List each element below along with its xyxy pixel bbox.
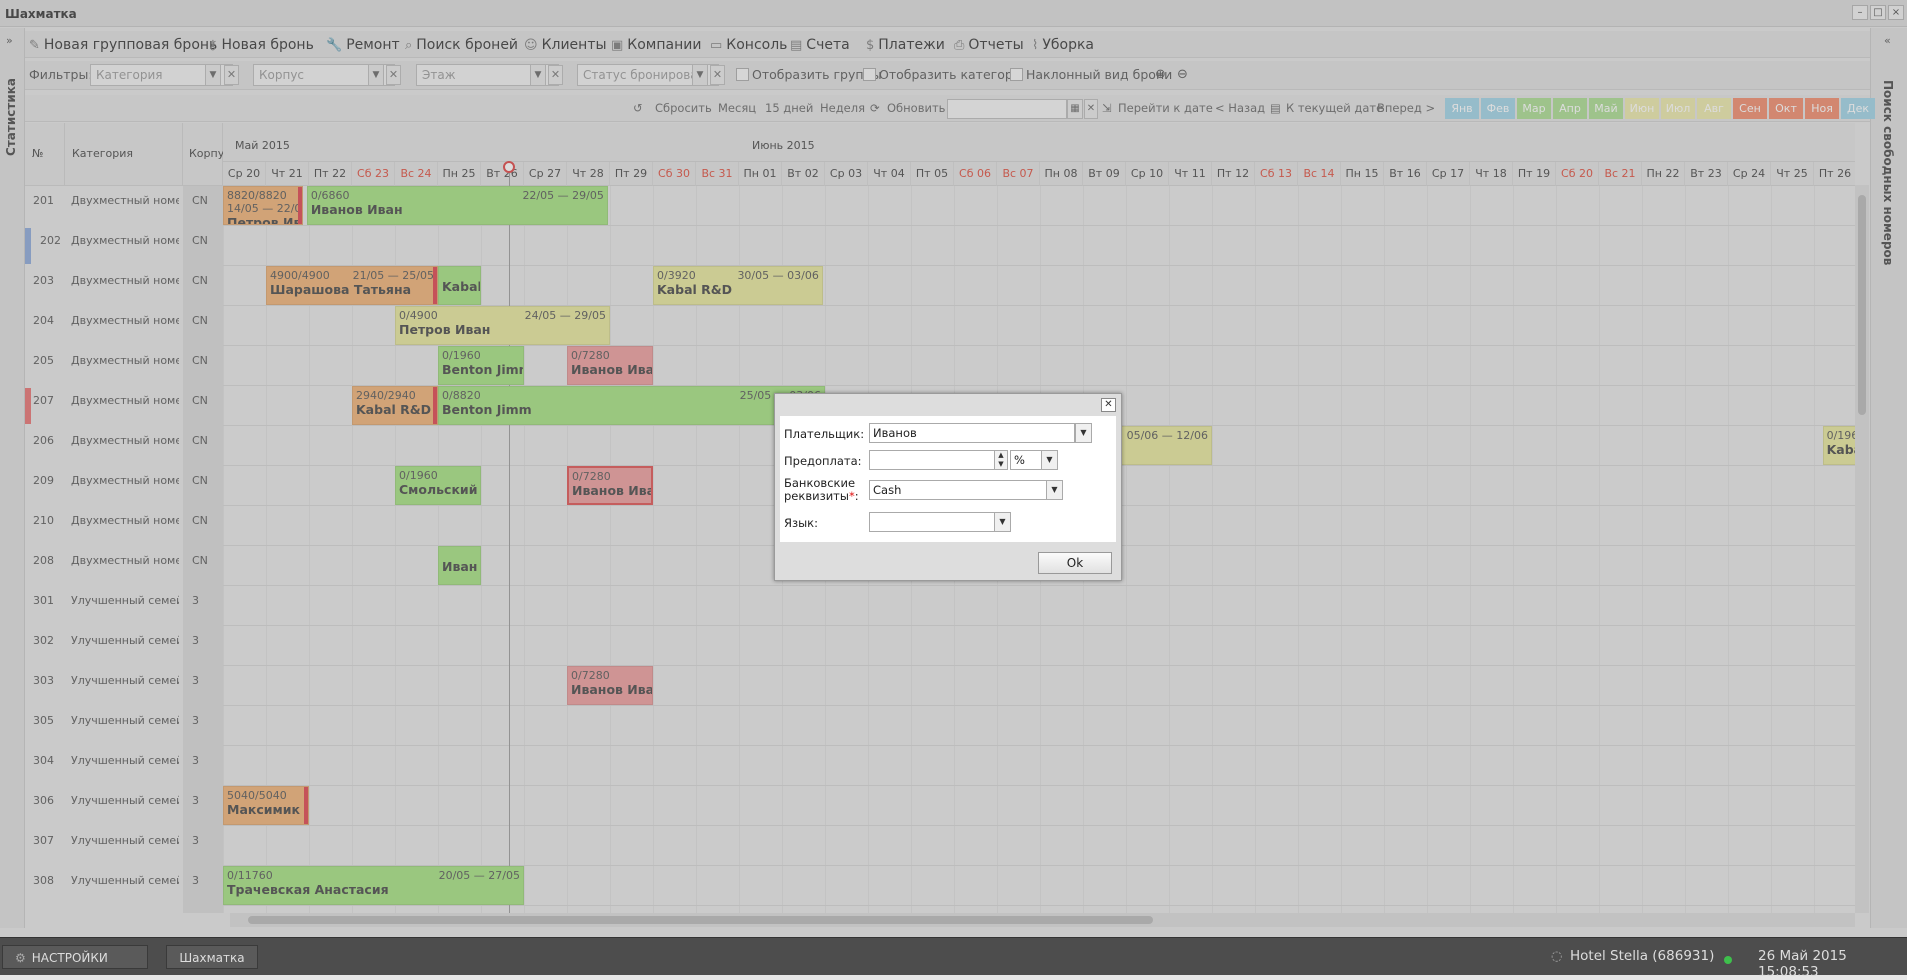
bank-details-label: Банковские реквизиты*: [784,476,859,503]
chevron-down-icon[interactable]: ▼ [994,512,1011,532]
settings-button[interactable]: ⚙ НАСТРОЙКИ [2,945,148,969]
chevron-down-icon[interactable]: ▼ [1041,450,1058,470]
taskbar-tab-shakhmatka[interactable]: Шахматка [166,945,258,969]
chevron-down-icon[interactable]: ▼ [1075,423,1092,443]
language-field[interactable] [869,512,995,532]
hotel-name: Hotel Stella (686931) [1570,948,1715,964]
language-label: Язык: [784,516,819,530]
dialog-body: Плательщик: Иванов ▼ Предоплата: ▲ ▼ % ▼ … [780,416,1116,542]
payer-field[interactable]: Иванов [869,423,1075,443]
chevron-down-icon[interactable]: ▼ [1046,480,1063,500]
status-indicator [1724,956,1732,964]
payer-label: Плательщик: [784,427,865,441]
prepayment-unit-select[interactable]: % [1010,450,1042,470]
dialog-close-icon[interactable]: ✕ [1101,398,1116,412]
ok-button[interactable]: Ok [1038,552,1112,574]
prepayment-label: Предоплата: [784,454,862,468]
prepayment-spinner[interactable]: ▲ ▼ [994,450,1008,470]
taskbar: ⚙ НАСТРОЙКИ Шахматка ◌ Hotel Stella (6869… [0,937,1907,980]
gear-icon: ⚙ [15,951,26,965]
bank-details-field[interactable]: Cash [869,480,1047,500]
prepayment-input[interactable] [869,450,995,470]
hotel-icon: ◌ [1551,949,1563,964]
current-datetime: 26 Май 2015 15:08:53 [1758,948,1847,980]
payment-dialog: ✕ Плательщик: Иванов ▼ Предоплата: ▲ ▼ % … [774,393,1122,581]
